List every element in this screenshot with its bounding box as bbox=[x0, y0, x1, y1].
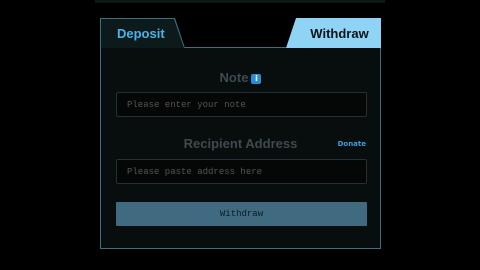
withdraw-button[interactable]: Withdraw bbox=[116, 202, 367, 226]
top-bar-edge bbox=[95, 0, 385, 3]
note-label: Note bbox=[219, 70, 249, 85]
note-input[interactable] bbox=[116, 92, 367, 117]
info-icon[interactable]: i bbox=[251, 74, 262, 84]
tab-withdraw[interactable]: Withdraw bbox=[286, 18, 381, 48]
tab-deposit[interactable]: Deposit bbox=[100, 18, 185, 48]
withdraw-panel: Notei Recipient Address Donate Withdraw bbox=[100, 48, 381, 249]
recipient-address-input[interactable] bbox=[116, 159, 367, 184]
donate-link[interactable]: Donate bbox=[338, 140, 366, 148]
tab-deposit-label: Deposit bbox=[101, 19, 184, 48]
withdraw-widget: Deposit Withdraw Notei Recipient Address… bbox=[100, 18, 381, 249]
note-label-row: Note i bbox=[101, 70, 380, 85]
